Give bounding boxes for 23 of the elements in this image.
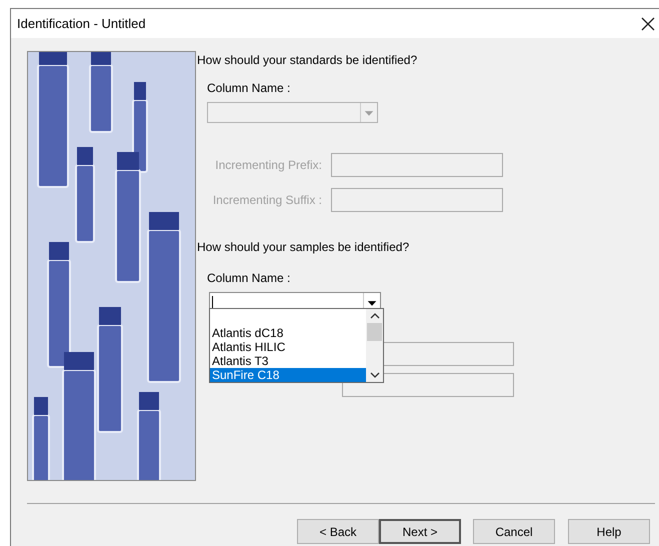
column-name-label: Column Name : [207, 80, 292, 97]
dropdown-option[interactable]: SunFire C18 [210, 368, 366, 382]
text-field[interactable] [342, 373, 514, 397]
dropdown-option[interactable]: Atlantis dC18 [210, 326, 366, 340]
scrollbar[interactable] [366, 309, 383, 382]
text-field[interactable] [331, 153, 503, 177]
question-text: How should your standards be identified? [197, 52, 418, 69]
dialog-button[interactable]: Cancel [473, 519, 555, 544]
suffix-label: Incrementing Suffix : [212, 192, 323, 209]
scroll-up-icon[interactable] [370, 312, 380, 319]
dropdown-option[interactable]: Atlantis T3 [210, 354, 366, 368]
column-name-label: Column Name : [207, 270, 292, 287]
window-title: Identification - Untitled [17, 14, 146, 33]
scroll-thumb[interactable] [367, 323, 382, 341]
question-text: How should your samples be identified? [197, 239, 410, 256]
close-icon[interactable] [641, 16, 655, 30]
dialog-button[interactable]: < Back [297, 519, 379, 544]
dialog-button[interactable]: Next > [379, 519, 461, 544]
text-field[interactable] [331, 188, 503, 212]
dialog-button[interactable]: Help [568, 519, 650, 544]
prefix-label: Incrementing Prefix: [214, 157, 323, 174]
scroll-down-icon[interactable] [370, 372, 380, 379]
dropdown-option[interactable]: Atlantis HILIC [210, 340, 366, 354]
